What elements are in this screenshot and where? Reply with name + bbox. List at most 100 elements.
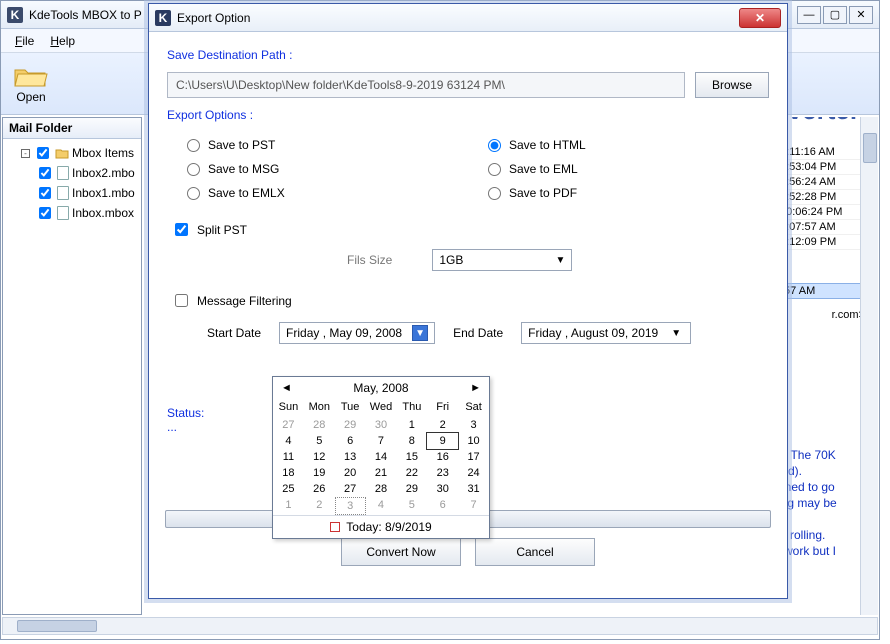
calendar-day[interactable]: 16 xyxy=(427,449,458,465)
cancel-button[interactable]: Cancel xyxy=(475,538,595,566)
radio-pdf[interactable]: Save to PDF xyxy=(488,186,749,200)
main-maximize-button[interactable]: ▢ xyxy=(823,6,847,24)
preview-line: gned to go xyxy=(778,479,868,495)
tree-root-checkbox[interactable] xyxy=(37,147,49,159)
calendar-day[interactable]: 7 xyxy=(366,433,397,449)
radio-html[interactable]: Save to HTML xyxy=(488,138,749,152)
calendar-day[interactable]: 6 xyxy=(335,433,366,449)
calendar-next-month[interactable]: ► xyxy=(470,382,481,394)
tree-item-checkbox[interactable] xyxy=(39,207,51,219)
calendar-day[interactable]: 2 xyxy=(427,417,458,433)
main-close-button[interactable]: ✕ xyxy=(849,6,873,24)
message-filtering-checkbox[interactable]: Message Filtering xyxy=(167,285,769,316)
calendar-day[interactable]: 2 xyxy=(304,497,335,515)
mail-row-selected[interactable]: :57 AM xyxy=(778,283,868,299)
end-date-picker[interactable]: Friday , August 09, 2019 ▼ xyxy=(521,322,691,344)
main-minimize-button[interactable]: — xyxy=(797,6,821,24)
calendar-day[interactable]: 20 xyxy=(335,465,366,481)
file-size-select[interactable]: 1GB ▼ xyxy=(432,249,572,271)
mail-row[interactable]: 5:11:16 AM xyxy=(778,145,868,160)
calendar-day[interactable]: 8 xyxy=(396,433,427,449)
calendar-day[interactable]: 30 xyxy=(366,417,397,433)
calendar-day[interactable]: 7 xyxy=(458,497,489,515)
menu-file[interactable]: File xyxy=(9,32,40,50)
calendar-day[interactable]: 30 xyxy=(427,481,458,497)
convert-now-button[interactable]: Convert Now xyxy=(341,538,461,566)
scroll-thumb[interactable] xyxy=(863,133,877,163)
calendar-day[interactable]: 1 xyxy=(396,417,427,433)
chevron-down-icon[interactable]: ▼ xyxy=(412,325,428,341)
message-filtering-input[interactable] xyxy=(175,294,188,307)
calendar-day[interactable]: 19 xyxy=(304,465,335,481)
mail-row[interactable]: 8:12:09 PM xyxy=(778,235,868,250)
destination-path-input[interactable] xyxy=(167,72,685,98)
chevron-down-icon[interactable]: ▼ xyxy=(668,325,684,341)
open-button[interactable]: Open xyxy=(13,64,49,104)
horizontal-scrollbar[interactable] xyxy=(2,617,878,635)
calendar-day[interactable]: 29 xyxy=(335,417,366,433)
radio-label: Save to EML xyxy=(509,162,578,176)
calendar-day[interactable]: 13 xyxy=(335,449,366,465)
start-date-picker[interactable]: Friday , May 09, 2008 ▼ xyxy=(279,322,435,344)
tree-item[interactable]: Inbox1.mbo xyxy=(7,183,137,203)
split-pst-checkbox[interactable]: Split PST xyxy=(167,214,769,245)
calendar-day[interactable]: 17 xyxy=(458,449,489,465)
browse-button[interactable]: Browse xyxy=(695,72,769,98)
scroll-thumb[interactable] xyxy=(17,620,97,632)
radio-eml[interactable]: Save to EML xyxy=(488,162,749,176)
file-icon xyxy=(57,166,69,180)
vertical-scrollbar[interactable] xyxy=(860,117,878,615)
calendar-day[interactable]: 23 xyxy=(427,465,458,481)
tree-collapse-icon[interactable]: - xyxy=(21,149,30,158)
calendar-day[interactable]: 5 xyxy=(304,433,335,449)
calendar-day[interactable]: 15 xyxy=(396,449,427,465)
dialog-title-bar[interactable]: K Export Option ✕ xyxy=(149,4,787,32)
calendar-day[interactable]: 10 xyxy=(458,433,489,449)
calendar-day[interactable]: 4 xyxy=(273,433,304,449)
calendar-day[interactable]: 6 xyxy=(427,497,458,515)
calendar-prev-month[interactable]: ◄ xyxy=(281,382,292,394)
calendar-day[interactable]: 11 xyxy=(273,449,304,465)
calendar-day[interactable]: 3 xyxy=(458,417,489,433)
mail-row[interactable]: 9:52:28 PM xyxy=(778,190,868,205)
tree-item-checkbox[interactable] xyxy=(39,187,51,199)
calendar-day[interactable]: 3 xyxy=(335,497,366,515)
dialog-close-button[interactable]: ✕ xyxy=(739,8,781,28)
calendar-month-label[interactable]: May, 2008 xyxy=(353,381,408,395)
calendar-day[interactable]: 9 xyxy=(427,433,458,449)
calendar-day[interactable]: 28 xyxy=(366,481,397,497)
calendar-day[interactable]: 27 xyxy=(335,481,366,497)
calendar-day[interactable]: 31 xyxy=(458,481,489,497)
mail-row[interactable]: 3:56:24 AM xyxy=(778,175,868,190)
calendar-day[interactable]: 27 xyxy=(273,417,304,433)
menu-help[interactable]: Help xyxy=(44,32,81,50)
preview-line: l work but I xyxy=(778,543,868,559)
calendar-day[interactable]: 18 xyxy=(273,465,304,481)
tree-root[interactable]: - Mbox Items xyxy=(7,143,137,163)
tree-item-checkbox[interactable] xyxy=(39,167,51,179)
calendar-today-link[interactable]: Today: 8/9/2019 xyxy=(273,515,489,538)
folder-icon xyxy=(55,147,69,159)
mail-row[interactable]: 10:06:24 PM xyxy=(778,205,868,220)
calendar-day[interactable]: 29 xyxy=(396,481,427,497)
calendar-day[interactable]: 21 xyxy=(366,465,397,481)
radio-msg[interactable]: Save to MSG xyxy=(187,162,448,176)
mail-row[interactable]: 7:53:04 PM xyxy=(778,160,868,175)
calendar-day[interactable]: 26 xyxy=(304,481,335,497)
calendar-day[interactable]: 25 xyxy=(273,481,304,497)
tree-item[interactable]: Inbox.mbox xyxy=(7,203,137,223)
export-format-group: Save to PST Save to HTML Save to MSG Sav… xyxy=(167,132,769,214)
mail-row[interactable]: 2:07:57 AM xyxy=(778,220,868,235)
radio-emlx[interactable]: Save to EMLX xyxy=(187,186,448,200)
split-pst-input[interactable] xyxy=(175,223,188,236)
radio-pst[interactable]: Save to PST xyxy=(187,138,448,152)
calendar-day[interactable]: 28 xyxy=(304,417,335,433)
calendar-day[interactable]: 12 xyxy=(304,449,335,465)
calendar-day[interactable]: 24 xyxy=(458,465,489,481)
tree-item[interactable]: Inbox2.mbo xyxy=(7,163,137,183)
calendar-day[interactable]: 22 xyxy=(396,465,427,481)
calendar-day[interactable]: 1 xyxy=(273,497,304,515)
calendar-day[interactable]: 5 xyxy=(396,497,427,515)
calendar-day[interactable]: 14 xyxy=(366,449,397,465)
calendar-day[interactable]: 4 xyxy=(366,497,397,515)
